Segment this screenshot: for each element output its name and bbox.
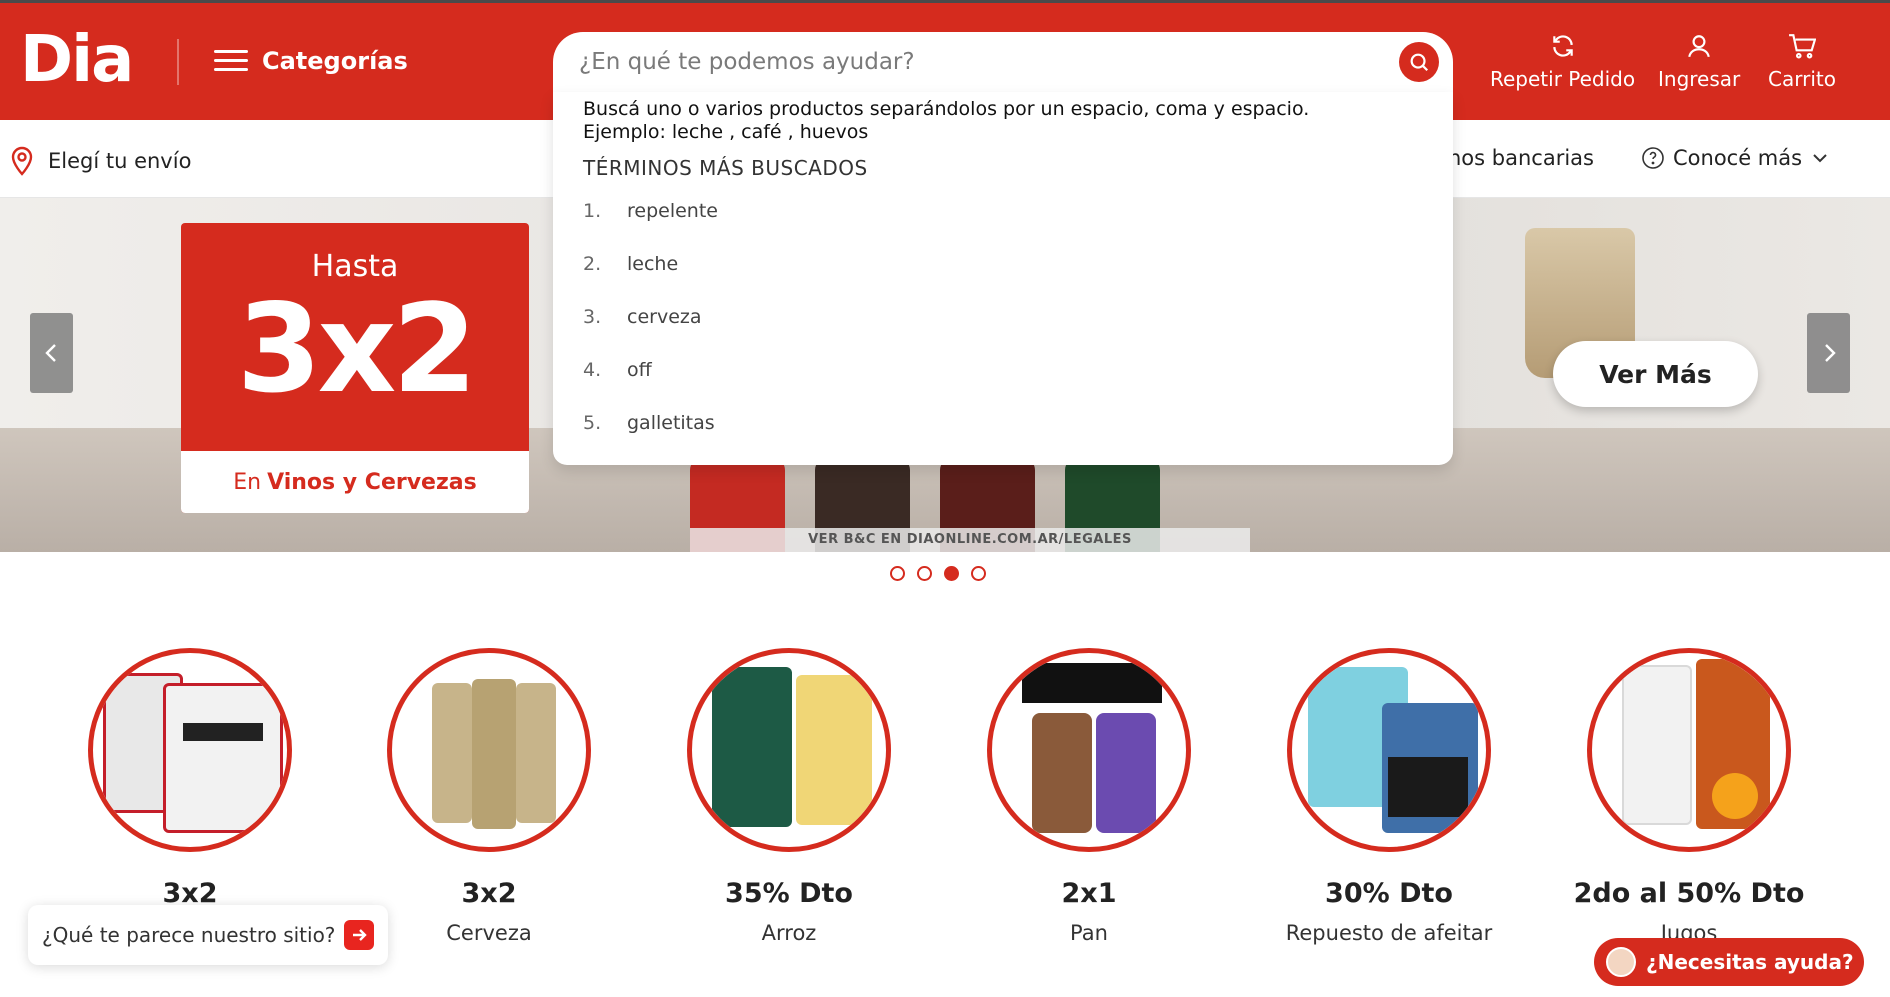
chevron-right-icon [1824, 344, 1836, 362]
category-item-razor[interactable]: 30% Dto Repuesto de afeitar [1269, 648, 1509, 945]
help-label: ¿Necesitas ayuda? [1646, 950, 1854, 974]
search-hint-line-1: Buscá uno o varios productos separándolo… [583, 98, 1310, 120]
shipping-selector[interactable]: Elegí tu envío [10, 146, 191, 176]
top-search-term[interactable]: 4. off [583, 343, 1423, 396]
user-icon [1688, 35, 1710, 58]
search-bar [553, 32, 1453, 92]
learn-more-label: Conocé más [1673, 146, 1803, 170]
see-more-button[interactable]: Ver Más [1553, 341, 1758, 407]
top-search-term[interactable]: 2. leche [583, 237, 1423, 290]
arrow-right-icon [353, 929, 367, 941]
search-suggestions-dropdown: Buscá uno o varios productos separándolo… [553, 92, 1453, 465]
search-icon [1410, 53, 1429, 72]
site-feedback-widget[interactable]: ¿Qué te parece nuestro sitio? [28, 905, 388, 965]
term-text: galletitas [627, 411, 715, 434]
bank-promos-label: nos bancarias [1448, 146, 1594, 170]
category-offer: 2x1 [1061, 878, 1117, 909]
feedback-open-button[interactable] [344, 920, 374, 950]
category-item-beer[interactable]: 3x2 Cerveza [369, 648, 609, 945]
refresh-icon [1552, 35, 1573, 57]
dia-logo[interactable]: Dia [20, 23, 134, 97]
term-text: off [627, 358, 652, 381]
category-name: Pan [1070, 921, 1108, 945]
term-text: cerveza [627, 305, 702, 328]
cart-label: Carrito [1768, 67, 1836, 91]
top-search-term[interactable]: 3. cerveza [583, 290, 1423, 343]
assistant-avatar-icon [1606, 947, 1636, 977]
carousel-prev-button[interactable] [30, 313, 73, 393]
term-text: repelente [627, 199, 718, 222]
chevron-down-icon [1813, 154, 1827, 163]
beer-cans-icon [387, 648, 591, 852]
promo-footer: En Vinos y Cervezas [181, 451, 529, 513]
chevron-left-icon [44, 344, 56, 362]
category-offer: 30% Dto [1325, 878, 1453, 909]
term-number: 4. [583, 358, 602, 381]
batteries-icon [88, 648, 292, 852]
help-chat-button[interactable]: ¿Necesitas ayuda? [1594, 938, 1864, 986]
category-offer: 35% Dto [725, 878, 853, 909]
carousel-dot-2[interactable] [917, 566, 932, 581]
category-name: Arroz [761, 921, 817, 945]
top-search-term[interactable]: 1. repelente [583, 184, 1423, 237]
categories-label: Categorías [262, 47, 408, 75]
logo-separator [177, 39, 179, 85]
search-button[interactable] [1399, 42, 1439, 82]
category-name: Repuesto de afeitar [1285, 921, 1493, 945]
term-number: 1. [583, 199, 602, 222]
login-label: Ingresar [1658, 67, 1741, 91]
feedback-label: ¿Qué te parece nuestro sitio? [42, 923, 336, 947]
term-number: 2. [583, 252, 602, 275]
learn-more-menu[interactable]: Conocé más [1641, 146, 1830, 170]
cart-icon [1789, 34, 1816, 59]
term-number: 3. [583, 305, 602, 328]
juice-icon [1587, 648, 1791, 852]
promo-foot-category: Vinos y Cervezas [267, 469, 477, 495]
category-item-batteries[interactable]: 3x2 [70, 648, 310, 909]
category-item-bread[interactable]: 2x1 Pan [969, 648, 1209, 945]
category-offer: 2do al 50% Dto [1573, 878, 1805, 909]
carousel-dot-4[interactable] [971, 566, 986, 581]
razor-icon [1287, 648, 1491, 852]
term-number: 5. [583, 411, 602, 434]
login-button[interactable]: Ingresar [1658, 33, 1740, 91]
repeat-order-button[interactable]: Repetir Pedido [1490, 33, 1635, 91]
carousel-dot-1[interactable] [890, 566, 905, 581]
promo-big-offer: 3x2 [236, 278, 477, 420]
category-item-rice[interactable]: 35% Dto Arroz [669, 648, 909, 945]
promo-foot-prefix: En [233, 469, 262, 495]
bread-icon [987, 648, 1191, 852]
search-hint-line-2: Ejemplo: leche , café , huevos [583, 121, 869, 143]
search-input[interactable] [579, 49, 1359, 75]
menu-icon [214, 50, 248, 72]
carousel-next-button[interactable] [1807, 313, 1850, 393]
top-search-term[interactable]: 5. galletitas [583, 396, 1423, 449]
category-item-juice[interactable]: 2do al 50% Dto Jugos [1569, 648, 1809, 945]
carousel-dot-3[interactable] [944, 566, 959, 581]
top-searches-title: TÉRMINOS MÁS BUSCADOS [583, 156, 868, 180]
category-name: Cerveza [446, 921, 532, 945]
repeat-order-label: Repetir Pedido [1490, 67, 1636, 91]
rice-icon [687, 648, 891, 852]
help-circle-icon [1642, 147, 1664, 169]
category-offer: 3x2 [461, 878, 517, 909]
cart-button[interactable]: Carrito [1768, 33, 1836, 91]
legal-note: VER B&C EN DIAONLINE.COM.AR/LEGALES [690, 528, 1250, 552]
location-pin-icon [11, 146, 33, 176]
shipping-label: Elegí tu envío [48, 149, 192, 173]
carousel-dots [890, 566, 986, 581]
term-text: leche [627, 252, 679, 275]
bank-promos-link[interactable]: nos bancarias [1448, 146, 1594, 170]
categories-button[interactable]: Categorías [214, 47, 408, 75]
